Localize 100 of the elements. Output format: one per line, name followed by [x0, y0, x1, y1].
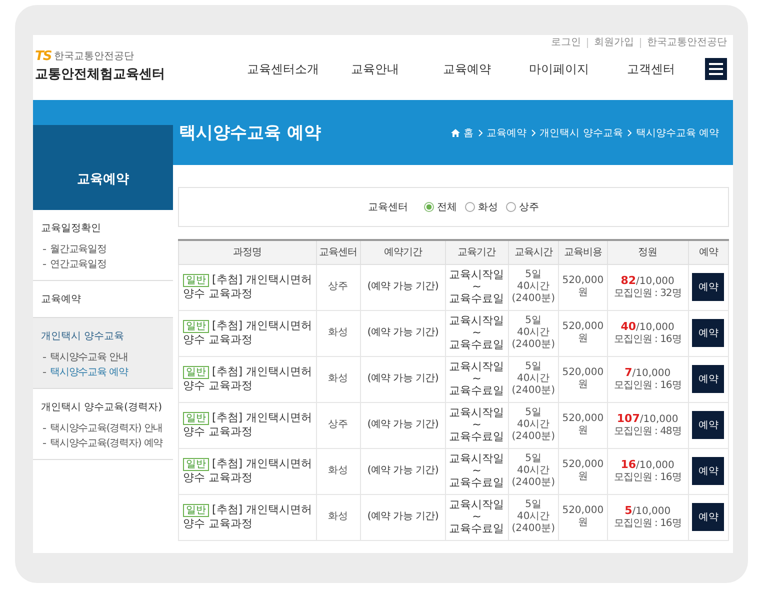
radio-option[interactable]: 전체 [424, 200, 457, 214]
chevron-icon [626, 128, 632, 136]
sidebar-subitem[interactable]: 연간교육일정 [41, 257, 171, 272]
course-name: 양수 교육과정 [183, 425, 252, 439]
radio-option[interactable]: 화성 [465, 200, 498, 214]
nav-item[interactable]: 교육센터소개 [237, 60, 329, 78]
date-text: 교육수료일 [448, 293, 506, 305]
column-header: 예약기간 [360, 240, 446, 264]
fee-text: 520,000 [561, 413, 605, 425]
sidebar-subitem[interactable]: 택시양수교육(경력자) 예약 [41, 436, 171, 451]
breadcrumb-link[interactable]: 개인택시 양수교육 [540, 126, 623, 140]
course-name: [추첨] 개인택시면허 [212, 365, 312, 379]
fee-text: 원 [576, 471, 589, 483]
course-name: 양수 교육과정 [183, 333, 252, 347]
reserve-button[interactable]: 예약 [692, 273, 724, 301]
hours-text: (2400분) [510, 477, 556, 489]
top-link[interactable]: 로그인 [545, 38, 587, 48]
sidebar-subitem[interactable]: 택시양수교육 예약 [41, 365, 171, 380]
capacity-text: 5/10,000 [624, 504, 672, 518]
nav-item[interactable]: 고객센터 [605, 60, 697, 78]
date-text: 교육수료일 [448, 523, 506, 535]
category-badge: 일반 [183, 274, 209, 286]
date-text: 교육시작일 [448, 453, 506, 465]
category-badge: 일반 [183, 458, 209, 470]
nav-item[interactable]: 교육예약 [421, 60, 513, 78]
nav-item[interactable]: 마이페이지 [513, 60, 605, 78]
date-text: 교육수료일 [448, 431, 506, 443]
reserve-button[interactable]: 예약 [692, 457, 724, 485]
hours-text: 40시간 [516, 281, 551, 293]
fee-text: 원 [576, 425, 589, 437]
course-name: [추첨] 개인택시면허 [212, 273, 312, 287]
breadcrumb-link[interactable]: 홈 [464, 126, 474, 140]
capacity-text: 16/10,000 [620, 458, 676, 472]
sidebar-item[interactable]: 개인택시 양수교육 [41, 326, 171, 346]
hours-text: 40시간 [516, 419, 551, 431]
hours-text: 5일 [524, 361, 543, 373]
date-text: 교육시작일 [448, 407, 506, 419]
table-cell: (예약 가능 기간) [360, 494, 446, 540]
sidebar-item[interactable]: 개인택시 양수교육(경력자) [41, 397, 171, 417]
hours-text: 40시간 [516, 465, 551, 477]
reserve-button[interactable]: 예약 [692, 411, 724, 439]
table-cell: (예약 가능 기간) [360, 310, 446, 356]
sidebar-item[interactable]: 교육예약 [41, 289, 171, 309]
home-icon [450, 128, 460, 136]
sidebar-item[interactable]: 교육일정확인 [41, 218, 171, 238]
recruit-count: 모집인원 : 16명 [612, 334, 682, 346]
date-text: 교육수료일 [448, 385, 506, 397]
sidebar-subitem[interactable]: 택시양수교육 안내 [41, 350, 171, 365]
date-text: 교육수료일 [448, 477, 506, 489]
course-name: 양수 교육과정 [183, 379, 252, 393]
breadcrumb-link[interactable]: 택시양수교육 예약 [636, 126, 719, 140]
table-cell: 상주 [316, 264, 360, 310]
top-link[interactable]: 회원가입 [587, 38, 640, 48]
course-name: [추첨] 개인택시면허 [212, 503, 312, 517]
radio-button[interactable] [506, 202, 516, 212]
nav-item[interactable]: 교육안내 [329, 60, 421, 78]
table-cell: (예약 가능 기간) [360, 264, 446, 310]
column-header: 과정명 [178, 240, 316, 264]
sidebar-subitem[interactable]: 택시양수교육(경력자) 안내 [41, 421, 171, 436]
site-logo[interactable]: 교통안전체험교육센터 [35, 65, 165, 83]
date-text: ~ [471, 373, 482, 385]
hours-text: 40시간 [516, 373, 551, 385]
course-name: 양수 교육과정 [183, 471, 252, 485]
hours-text: 5일 [524, 407, 543, 419]
table-cell: 화성 [316, 494, 360, 540]
sidebar-subitem[interactable]: 월간교육일정 [41, 242, 171, 257]
hours-text: (2400분) [510, 431, 556, 443]
date-text: ~ [471, 465, 482, 477]
date-text: 교육시작일 [448, 315, 506, 327]
top-link[interactable]: 한국교통안전공단 [640, 38, 727, 48]
fee-text: 520,000 [561, 459, 605, 471]
table-cell: (예약 가능 기간) [360, 356, 446, 402]
column-header: 교육기간 [445, 240, 508, 264]
recruit-count: 모집인원 : 16명 [612, 380, 682, 392]
date-text: 교육시작일 [448, 499, 506, 511]
fee-text: 520,000 [561, 275, 605, 287]
sidebar-title: 교육예약 [77, 171, 129, 188]
date-text: 교육시작일 [448, 269, 506, 281]
hours-text: (2400분) [510, 523, 556, 535]
course-name: 양수 교육과정 [183, 287, 252, 301]
hours-text: 5일 [524, 453, 543, 465]
fee-text: 원 [576, 287, 589, 299]
menu-button[interactable] [705, 58, 727, 80]
capacity-text: 7/10,000 [624, 366, 672, 380]
radio-button[interactable] [465, 202, 475, 212]
reserve-button[interactable]: 예약 [692, 365, 724, 393]
reserve-button[interactable]: 예약 [692, 503, 724, 531]
breadcrumb-link[interactable]: 교육예약 [486, 126, 527, 140]
category-badge: 일반 [183, 320, 209, 332]
radio-option[interactable]: 상주 [506, 200, 539, 214]
fee-text: 520,000 [561, 367, 605, 379]
chevron-icon [478, 128, 483, 136]
reserve-button[interactable]: 예약 [692, 319, 724, 347]
category-badge: 일반 [183, 412, 209, 424]
recruit-count: 모집인원 : 32명 [612, 288, 682, 300]
radio-button[interactable] [424, 202, 434, 212]
hours-text: 40시간 [516, 327, 551, 339]
column-header: 교육센터 [316, 240, 360, 264]
date-text: ~ [471, 327, 482, 339]
column-header: 정원 [607, 240, 688, 264]
